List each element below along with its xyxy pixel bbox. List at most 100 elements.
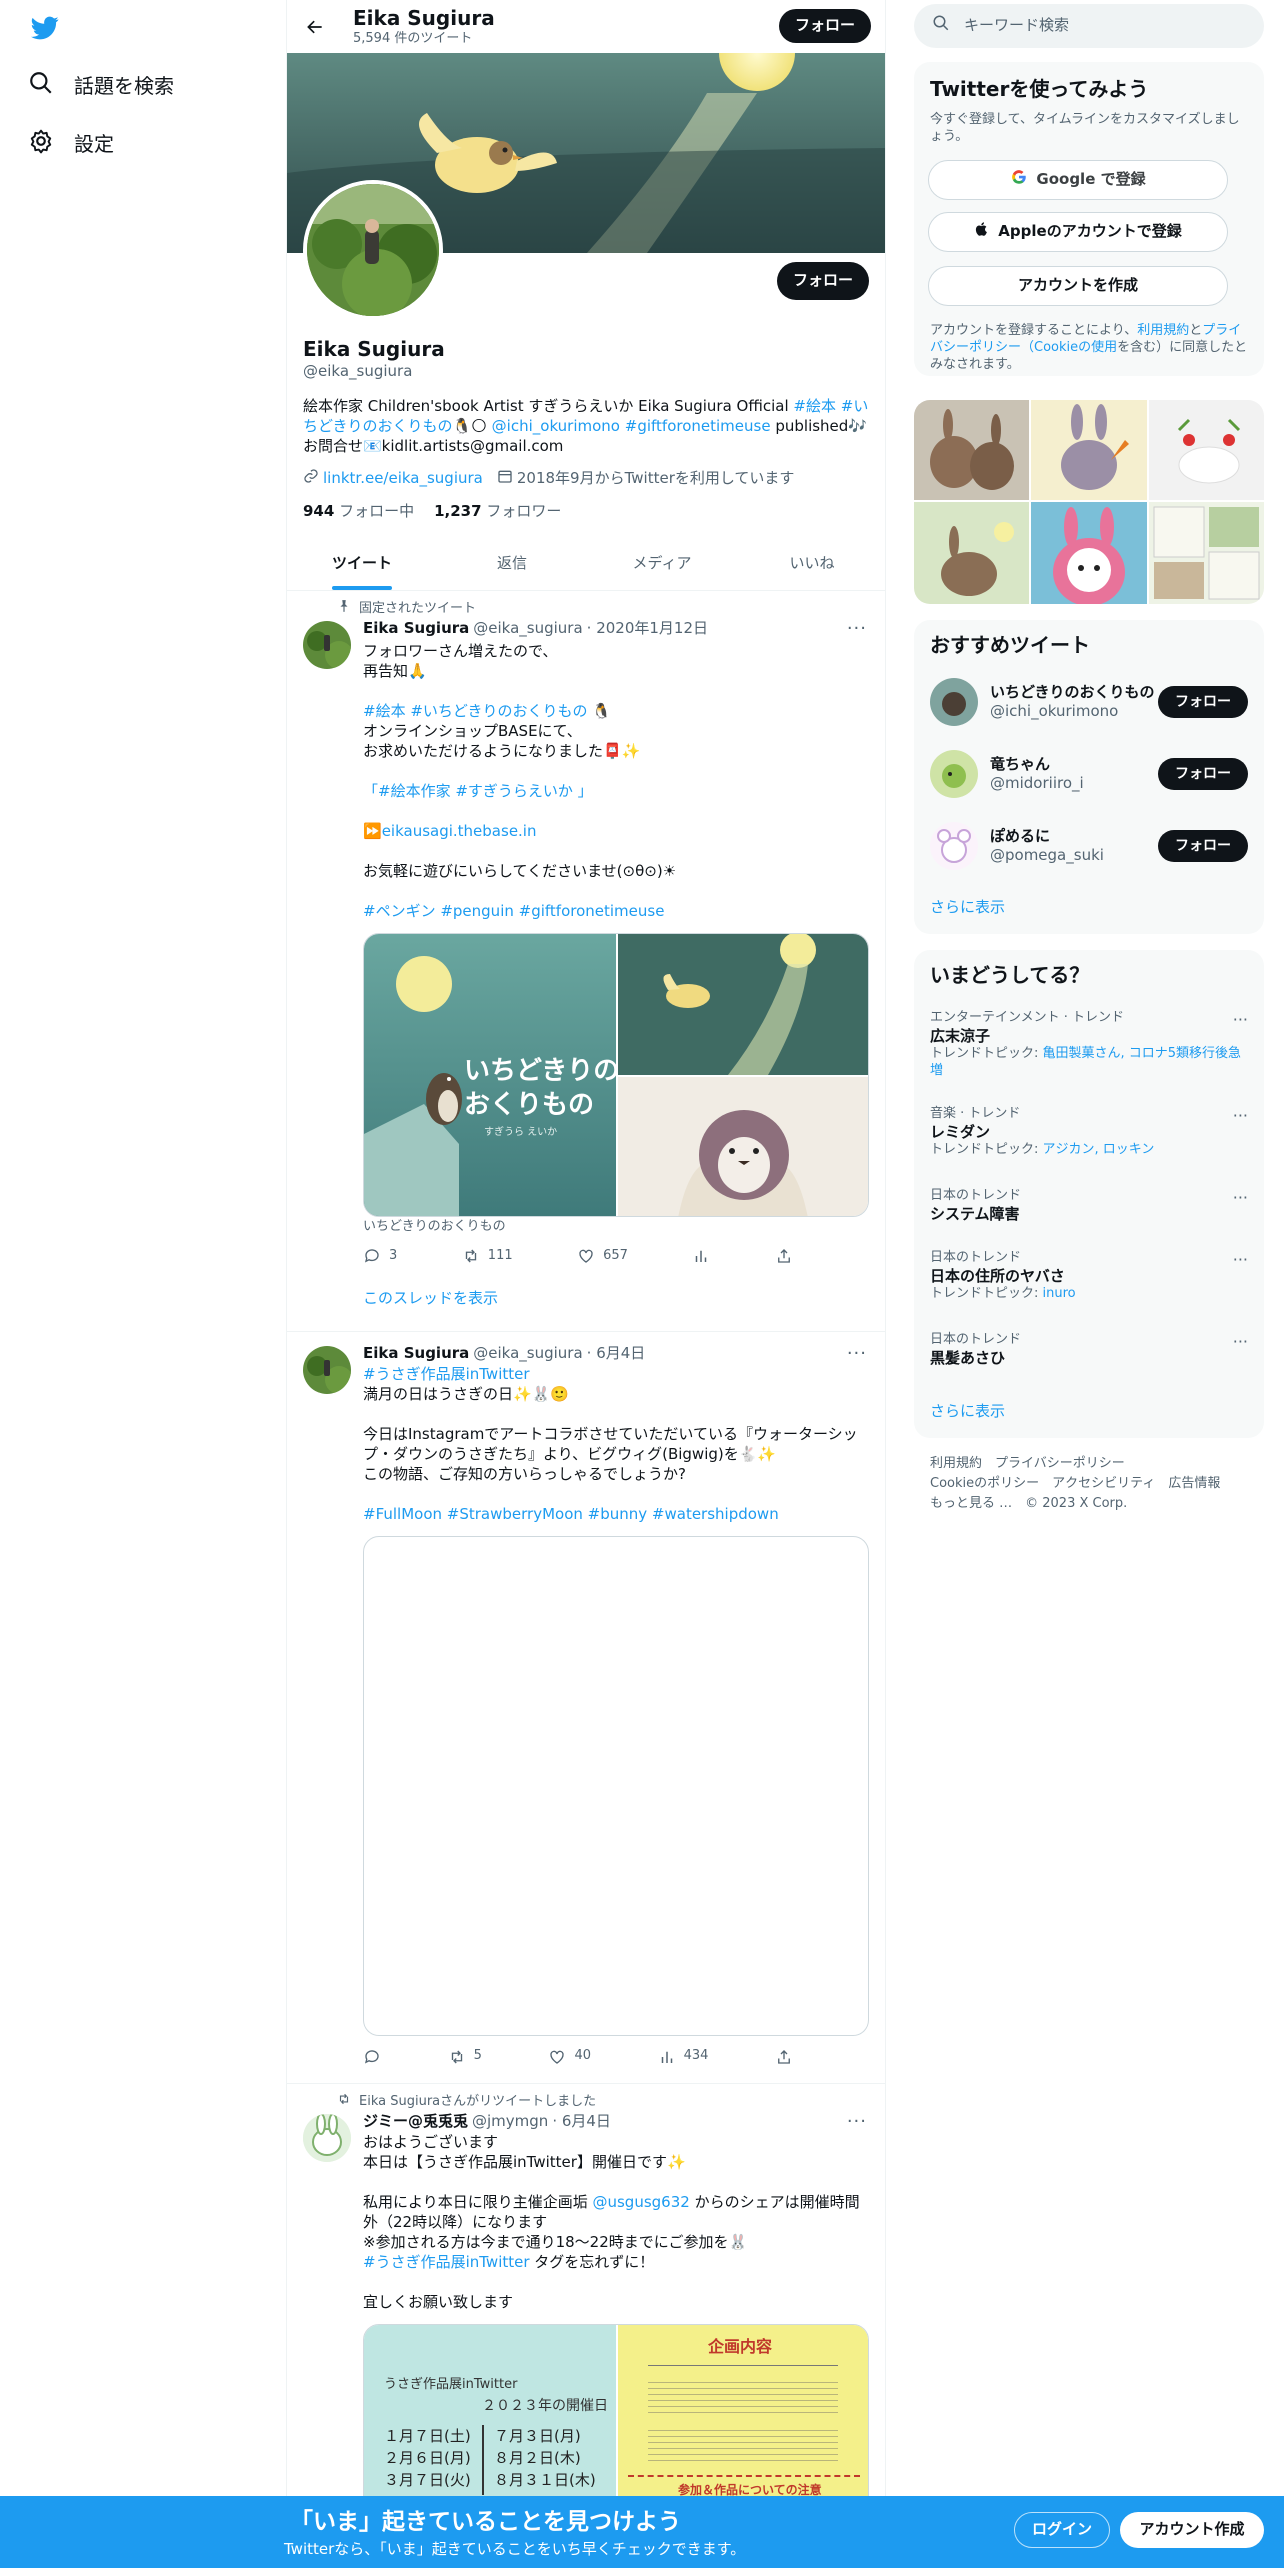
tweet-mention[interactable]: @usgusg632 (592, 2193, 689, 2211)
analytics-button[interactable]: 434 (658, 2048, 708, 2066)
media-thumb[interactable] (914, 502, 1029, 604)
login-button[interactable]: ログイン (1014, 2512, 1110, 2548)
analytics-button[interactable] (692, 1247, 710, 1265)
heart-icon (579, 1250, 593, 1264)
more-options-icon[interactable]: ··· (1233, 1106, 1248, 1127)
retweet-label[interactable]: Eika Sugiuraさんがリツイートしました (359, 2094, 596, 2111)
media-penguin-chick[interactable] (618, 1076, 868, 1216)
share-button[interactable] (775, 1247, 793, 1265)
nav-explore[interactable]: 話題を検索 (28, 70, 174, 102)
retweet-button[interactable]: 5 (448, 2048, 482, 2066)
tweet-hashtags[interactable]: #FullMoon #StrawberryMoon #bunny #waters… (363, 1504, 871, 1524)
tweet-media-grid[interactable]: うさぎ作品展inTwitter ２０２３年の開催日 １月７日(土) ２月６日(月)… (363, 2323, 869, 2524)
tab-media[interactable]: メディア (587, 538, 737, 590)
media-thumb[interactable] (914, 400, 1029, 500)
header-follow-button[interactable]: フォロー (779, 9, 871, 43)
tweet-hashtags[interactable]: 「#絵本作家 #すぎうらえいか 」 (363, 781, 871, 801)
trend-item[interactable]: 音楽 · トレンド レミダン トレンドトピック: アジカン, ロッキン ··· (930, 1106, 1248, 1159)
avatar[interactable] (930, 750, 978, 798)
tab-tweets[interactable]: ツイート (287, 538, 437, 590)
trend-item[interactable]: エンターテインメント · トレンド 広末涼子 トレンドトピック: 亀田製菓さん,… (930, 1010, 1248, 1080)
media-thumb[interactable] (1031, 502, 1147, 604)
retweet-button[interactable]: 111 (462, 1247, 513, 1265)
tweet-avatar[interactable] (303, 1346, 351, 1394)
recommended-user[interactable]: ぽめるに @pomega_suki フォロー (930, 818, 1248, 874)
trend-topic-link[interactable]: アジカン, ロッキン (1043, 1142, 1155, 1157)
search-input[interactable]: キーワード検索 (914, 4, 1264, 48)
media-moon-scene[interactable] (618, 933, 868, 1075)
profile-follow-button[interactable]: フォロー (777, 262, 869, 300)
nav-settings[interactable]: 設定 (28, 128, 114, 160)
follow-button[interactable]: フォロー (1158, 830, 1248, 862)
tweet-author-name[interactable]: Eika Sugiura (363, 1344, 469, 1364)
follow-button[interactable]: フォロー (1158, 686, 1248, 718)
bio-mention[interactable]: @ichi_okurimono (492, 417, 620, 435)
trend-item[interactable]: 日本のトレンド 黒髪あさひ ··· (930, 1332, 1248, 1368)
trend-topic-link[interactable]: inuro (1043, 1286, 1076, 1301)
tweet-text: #うさぎ作品展inTwitter 満月の日はうさぎの日✨🐰🙂 今日はInstagra… (363, 1364, 871, 1524)
tweet-avatar[interactable] (303, 621, 351, 669)
apple-signup-button[interactable]: Appleのアカウントで登録 (928, 212, 1228, 252)
avatar[interactable] (930, 678, 978, 726)
tweet-author-name[interactable]: ジミー@兎兎兎 (363, 2112, 468, 2132)
footer-links[interactable]: 利用規約 プライバシーポリシー Cookieのポリシー アクセシビリティ 広告情… (930, 1454, 1250, 1514)
tweet-hashtag[interactable]: #うさぎ作品展inTwitter (363, 1364, 871, 1384)
media-thumb[interactable] (1149, 502, 1264, 604)
trend-item[interactable]: 日本のトレンド 日本の住所のヤバさ トレンドトピック: inuro ··· (930, 1250, 1248, 1303)
show-thread-link[interactable]: このスレッドを表示 (363, 1289, 871, 1309)
tweet-hashtags[interactable]: #絵本 #いちどきりのおくりもの (363, 702, 587, 720)
tweet-media-grid[interactable]: いちどきりの おくりもの すぎうら えいか (363, 932, 869, 1217)
more-options-icon[interactable]: ··· (1233, 1188, 1248, 1209)
recommended-user[interactable]: 竜ちゃん @midoriiro_i フォロー (930, 746, 1248, 802)
tweet-date[interactable]: · 6月4日 (587, 1344, 646, 1364)
follow-button[interactable]: フォロー (1158, 758, 1248, 790)
show-more-link[interactable]: さらに表示 (930, 1402, 1005, 1422)
twitter-logo-icon[interactable] (30, 14, 60, 42)
tweet-date[interactable]: · 6月4日 (552, 2112, 611, 2132)
media-event-poster[interactable]: うさぎ作品展inTwitter ２０２３年の開催日 １月７日(土) ２月６日(月)… (364, 2324, 616, 2523)
show-more-link[interactable]: さらに表示 (930, 898, 1005, 918)
more-options-icon[interactable]: ··· (1233, 1332, 1248, 1353)
followers-link[interactable]: 1,237 フォロワー (434, 502, 561, 522)
trend-item[interactable]: 日本のトレンド システム障害 ··· (930, 1188, 1248, 1224)
share-button[interactable] (775, 2048, 793, 2066)
profile-avatar[interactable] (303, 180, 443, 320)
back-arrow-icon[interactable] (297, 9, 333, 45)
like-button[interactable]: 40 (548, 2048, 591, 2066)
bio-hashtag[interactable]: #絵本 (793, 397, 836, 415)
like-button[interactable]: 657 (577, 1247, 628, 1265)
media-thumb[interactable] (1031, 400, 1147, 500)
footer-line[interactable]: Cookieのポリシー アクセシビリティ 広告情報 (930, 1474, 1250, 1494)
signup-button[interactable]: アカウント作成 (1120, 2512, 1264, 2548)
footer-line[interactable]: 利用規約 プライバシーポリシー (930, 1454, 1250, 1474)
google-signup-button[interactable]: Google で登録 (928, 160, 1228, 200)
tweet-author-name[interactable]: Eika Sugiura (363, 619, 469, 639)
terms-link[interactable]: 利用規約 (1137, 323, 1189, 338)
tweet[interactable]: ··· Eika Sugiura @eika_sugiura · 6月4日 #う… (287, 1332, 885, 2084)
tab-replies[interactable]: 返信 (437, 538, 587, 590)
heart-icon (550, 2050, 565, 2064)
avatar[interactable] (930, 822, 978, 870)
reply-button[interactable] (363, 2048, 381, 2066)
recommended-user[interactable]: いちどきりのおくりもの @ichi_okurimono フォロー (930, 674, 1248, 730)
footer-line[interactable]: もっと見る … © 2023 X Corp. (930, 1494, 1250, 1514)
media-thumb[interactable] (1149, 400, 1264, 500)
create-account-button[interactable]: アカウントを作成 (928, 266, 1228, 306)
following-link[interactable]: 944 フォロー中 (303, 502, 414, 522)
tweet-media-placeholder[interactable] (363, 1535, 869, 2036)
tweet-hashtag[interactable]: #うさぎ作品展inTwitter (363, 2253, 530, 2271)
media-book-cover[interactable]: いちどきりの おくりもの すぎうら えいか (364, 933, 619, 1216)
followers-label: フォロワー (486, 502, 562, 520)
tab-likes[interactable]: いいね (737, 538, 885, 590)
tweet-link[interactable]: eikausagi.thebase.in (382, 822, 537, 840)
media-event-details[interactable]: 企画内容 参加＆作品についての注意 (618, 2324, 868, 2523)
reply-button[interactable]: 3 (363, 1247, 397, 1265)
bio-hashtag[interactable]: #giftforonetimeuse (625, 417, 771, 435)
tweet-avatar[interactable] (303, 2114, 351, 2162)
tweet-hashtags[interactable]: #ペンギン #penguin #giftforonetimeuse (363, 901, 871, 921)
more-options-icon[interactable]: ··· (1233, 1010, 1248, 1031)
tweet-pinned[interactable]: 固定されたツイート ··· Eika Sugiura @eika_sugiura… (287, 591, 885, 1332)
profile-link[interactable]: linktr.ee/eika_sugiura (323, 469, 483, 489)
tweet-date[interactable]: · 2020年1月12日 (587, 619, 708, 639)
more-options-icon[interactable]: ··· (1233, 1250, 1248, 1271)
